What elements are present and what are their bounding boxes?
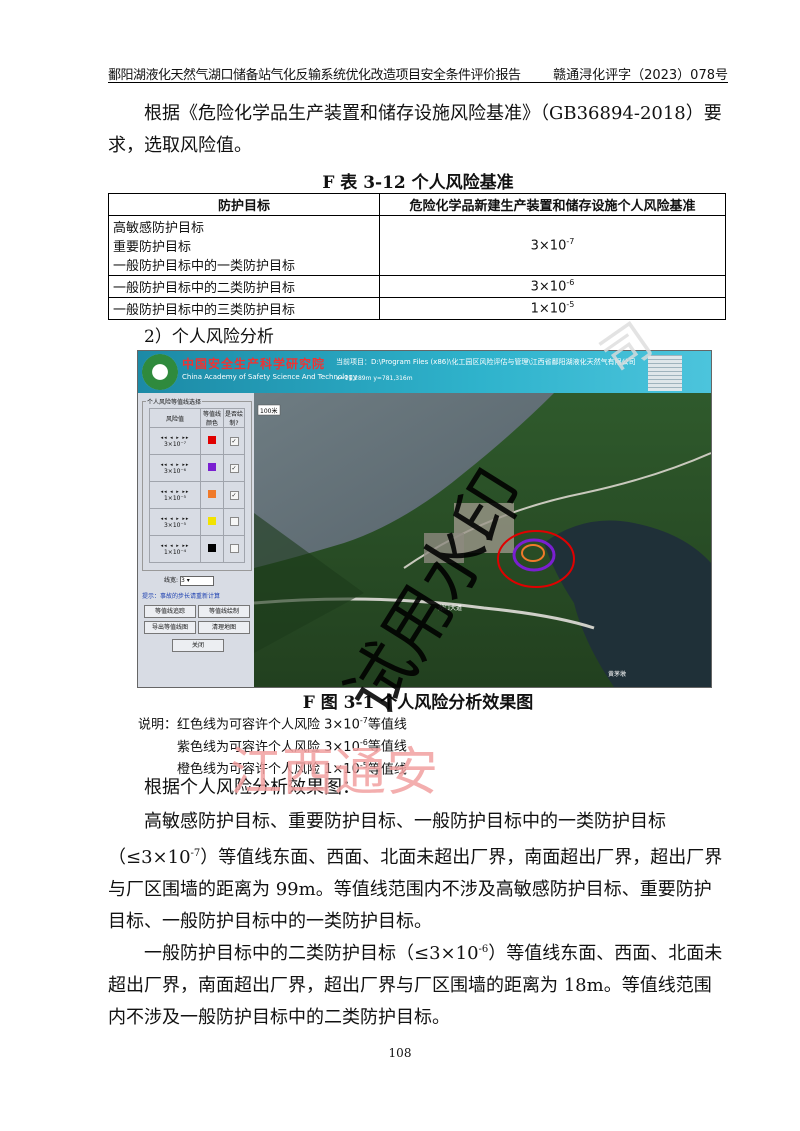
table-row: 高敏感防护目标 重要防护目标 一般防护目标中的一类防护目标 3×10-7 xyxy=(108,215,726,276)
table-cell-targets: 一般防护目标中的二类防护目标 xyxy=(108,275,380,298)
software-banner: 中国安全生产科学研究院 China Academy of Safety Scie… xyxy=(138,351,711,393)
header-report-number: 赣通浔化评字（2023）078号 xyxy=(553,68,728,83)
intro-paragraph: 根据《危险化学品生产装置和储存设施风险基准》（GB36894-2018）要求，选… xyxy=(108,103,722,156)
target-label: 高敏感防护目标 xyxy=(113,221,205,236)
color-swatch[interactable] xyxy=(208,517,216,525)
contour-selection-group: 个人风险等值线选择 风险值 等值线颜色 是否绘制? ◂◂ ◂ ▸ ▸▸ 3×10⁻… xyxy=(142,397,252,571)
target-label: 一般防护目标中的一类防护目标 xyxy=(113,259,296,274)
contour-control-panel: 个人风险等值线选择 风险值 等值线颜色 是否绘制? ◂◂ ◂ ▸ ▸▸ 3×10⁻… xyxy=(138,393,254,687)
map-label-place: 黄茅墩 xyxy=(608,671,627,678)
line-width-select[interactable]: 3 ▾ xyxy=(180,575,215,586)
contour-level-row: ◂◂ ◂ ▸ ▸▸ 3×10⁻⁶ ✓ xyxy=(149,454,245,482)
table-header-row: 防护目标 危险化学品新建生产装置和储存设施个人风险基准 xyxy=(108,193,726,216)
draw-checkbox[interactable] xyxy=(229,516,239,526)
trace-contour-button[interactable]: 等值线追踪 xyxy=(144,605,196,618)
col-risk-value: 风险值 xyxy=(149,408,201,428)
table-cell-targets: 高敏感防护目标 重要防护目标 一般防护目标中的一类防护目标 xyxy=(108,215,380,276)
figure-notes: 说明：红色线为可容许个人风险 3×10-7等值线 紫色线为可容许个人风险 3×1… xyxy=(138,716,407,777)
color-swatch[interactable] xyxy=(208,463,216,471)
clear-map-button[interactable]: 清理地图 xyxy=(198,621,250,634)
contour-level-row: ◂◂ ◂ ▸ ▸▸ 3×10⁻⁷ ✓ xyxy=(149,427,245,455)
table-cell-criteria: 3×10-6 xyxy=(379,275,726,298)
col-risk-criteria: 危险化学品新建生产装置和储存设施个人风险基准 xyxy=(379,193,726,216)
export-contour-button[interactable]: 导出等值线图 xyxy=(144,621,196,634)
col-line-color: 等值线颜色 xyxy=(200,408,224,428)
academy-logo-icon xyxy=(142,354,178,390)
col-draw: 是否绘制? xyxy=(223,408,245,428)
project-path: 当前项目：D:\Program Files (x86)\化工园区风险评估与管理\… xyxy=(336,358,636,366)
analysis-intro: 根据个人风险分析效果图： xyxy=(144,777,360,798)
table-row: 一般防护目标中的三类防护目标 1×10-5 xyxy=(108,297,726,320)
figure-caption: F 图 3-1 个人风险分析效果图 xyxy=(302,693,534,713)
panel-title: 个人风险等值线选择 xyxy=(146,397,203,406)
section-heading: 2）个人风险分析 xyxy=(144,327,274,347)
contour-level-grid: 风险值 等值线颜色 是否绘制? ◂◂ ◂ ▸ ▸▸ 3×10⁻⁷ ✓ ◂◂ ◂ ▸… xyxy=(149,408,245,563)
draw-contour-button[interactable]: 等值线绘制 xyxy=(198,605,250,618)
building-icon xyxy=(648,355,682,391)
risk-software-screenshot: 中国安全生产科学研究院 China Academy of Safety Scie… xyxy=(137,350,712,688)
draw-checkbox[interactable]: ✓ xyxy=(229,463,239,473)
color-swatch[interactable] xyxy=(208,544,216,552)
line-width-row: 线宽: 3 ▾ xyxy=(164,575,215,586)
color-swatch[interactable] xyxy=(208,436,216,444)
analysis-paragraph-2: 一般防护目标中的二类防护目标（≤3×10-6）等值线东面、西面、北面未超出厂界，… xyxy=(108,943,723,1028)
panel-hint: 提示：事故的步长请重新计算 xyxy=(142,593,221,600)
map-label-road: 湖口大道 xyxy=(438,605,463,612)
table-cell-criteria: 3×10-7 xyxy=(379,215,726,276)
level-value: 3×10⁻⁶ xyxy=(163,467,187,475)
target-label: 重要防护目标 xyxy=(113,240,192,255)
table-cell-criteria: 1×10-5 xyxy=(379,297,726,320)
map-scale: 100米 xyxy=(260,408,278,415)
level-value: 3×10⁻⁷ xyxy=(163,440,187,448)
table-row: 一般防护目标中的二类防护目标 3×10-6 xyxy=(108,275,726,298)
col-protection-target: 防护目标 xyxy=(108,193,380,216)
notes-prefix: 说明： xyxy=(138,717,178,733)
draw-checkbox[interactable]: ✓ xyxy=(229,490,239,500)
contour-level-row: ◂◂ ◂ ▸ ▸▸ 1×10⁻⁴ xyxy=(149,535,245,563)
contour-level-row: ◂◂ ◂ ▸ ▸▸ 3×10⁻⁵ xyxy=(149,508,245,536)
color-swatch[interactable] xyxy=(208,490,216,498)
analysis-paragraph-1: 高敏感防护目标、重要防护目标、一般防护目标中的一类防护目标 （≤3×10-7）等… xyxy=(108,811,723,932)
level-value: 1×10⁻⁵ xyxy=(163,494,187,502)
satellite-map[interactable] xyxy=(254,393,711,687)
page-number: 108 xyxy=(388,1046,412,1060)
table-caption: F 表 3-12 个人风险基准 xyxy=(322,173,514,193)
software-subtitle: China Academy of Safety Science And Tech… xyxy=(182,373,358,381)
draw-checkbox[interactable] xyxy=(229,543,239,553)
risk-criteria-table: 防护目标 危险化学品新建生产装置和储存设施个人风险基准 高敏感防护目标 重要防护… xyxy=(108,193,726,320)
draw-checkbox[interactable]: ✓ xyxy=(229,436,239,446)
level-value: 3×10⁻⁵ xyxy=(163,521,187,529)
line-width-label: 线宽: xyxy=(164,577,179,584)
level-value: 1×10⁻⁴ xyxy=(163,548,187,556)
software-title: 中国安全生产科学研究院 xyxy=(182,357,326,371)
table-cell-targets: 一般防护目标中的三类防护目标 xyxy=(108,297,380,320)
map-coordinate: x=11,289m y=781,316m xyxy=(336,375,413,382)
close-button[interactable]: 关闭 xyxy=(172,639,224,652)
header-report-title: 鄱阳湖液化天然气湖口储备站气化反输系统优化改造项目安全条件评价报告 xyxy=(108,68,521,83)
page-header: 鄱阳湖液化天然气湖口储备站气化反输系统优化改造项目安全条件评价报告 赣通浔化评字… xyxy=(108,62,728,83)
contour-level-row: ◂◂ ◂ ▸ ▸▸ 1×10⁻⁵ ✓ xyxy=(149,481,245,509)
